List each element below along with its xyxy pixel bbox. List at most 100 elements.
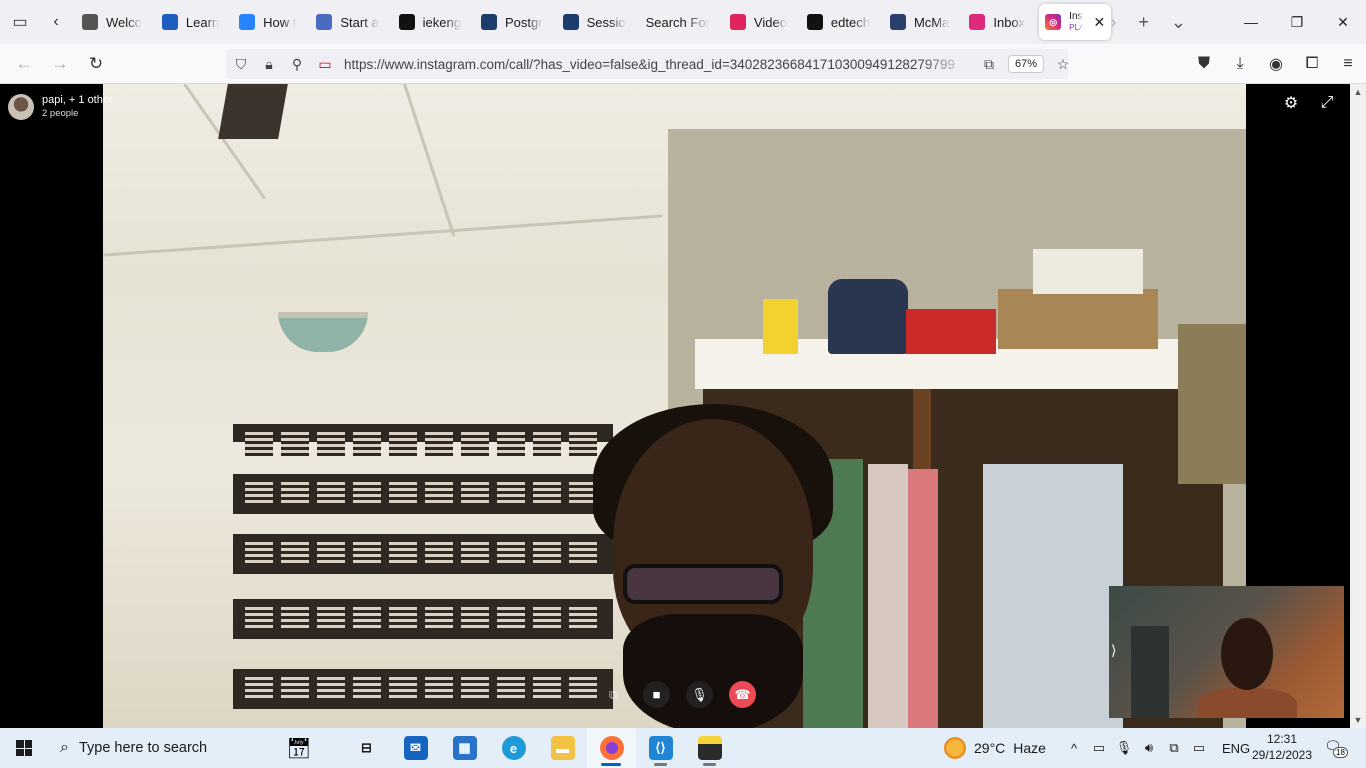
vscode-icon[interactable]: ⟨⟩ [636, 728, 685, 768]
shoes [828, 279, 908, 354]
remote-participant [593, 404, 833, 728]
pocket-icon[interactable]: ⛊ [1186, 44, 1222, 84]
github-icon [398, 14, 415, 30]
camera-blocked-icon[interactable]: ▭ [316, 55, 334, 73]
tab-3[interactable]: Start a [306, 4, 388, 40]
weather-widget[interactable]: 29°C Haze [944, 728, 1046, 768]
menu-icon[interactable]: ≡ [1330, 44, 1366, 84]
tab-5[interactable]: Postgr [471, 4, 553, 40]
start-button[interactable] [0, 728, 48, 768]
microphone-tray-icon[interactable]: 🎙︎ [1116, 740, 1133, 756]
clock[interactable]: 12:31 29/12/2023 [1250, 731, 1314, 763]
search-highlight-calendar-icon[interactable]: 📅︎ [256, 728, 342, 768]
tracking-protection-icon[interactable]: ⛉ [232, 55, 250, 73]
edge-browser-icon[interactable]: e [489, 728, 538, 768]
navigation-bar: ← → ↻ ⛉ 🔒︎ ⚲ ▭ https://www.instagram.com… [0, 44, 1366, 84]
tab-instagram-call[interactable]: ◎ InstaPLAY ✕ [1039, 4, 1112, 40]
wall-lamp [278, 312, 368, 352]
tab-label: Sessio [586, 14, 626, 30]
url-bar[interactable]: ⛉ 🔒︎ ⚲ ▭ https://www.instagram.com/call/… [226, 49, 1069, 79]
camera-toggle-icon[interactable]: ■ [643, 681, 670, 708]
search-placeholder: Type here to search [78, 740, 208, 756]
firefox-icon[interactable] [587, 728, 636, 768]
tab-0[interactable]: Welco [72, 4, 152, 40]
new-tab-icon[interactable]: + [1138, 12, 1149, 33]
clock-date: 29/12/2023 [1251, 748, 1313, 762]
tab-list-icon[interactable]: ▭ [0, 0, 40, 44]
local-participant [1197, 618, 1297, 718]
tab-9[interactable]: edtech [797, 4, 880, 40]
end-call-icon[interactable]: ☎︎ [729, 681, 756, 708]
page-scrollbar[interactable]: ▲ ▼ [1350, 84, 1366, 728]
permissions-icon[interactable]: ⚲ [288, 55, 306, 73]
bookmark-star-icon[interactable]: ☆ [1054, 55, 1072, 73]
back-icon[interactable]: ← [6, 44, 42, 84]
settings-gear-icon[interactable]: ⚙ [1282, 94, 1300, 112]
battery-icon[interactable]: ▭ [1091, 740, 1107, 756]
restore-icon[interactable]: ❐ [1274, 0, 1320, 44]
tab-4[interactable]: iekeng [389, 4, 471, 40]
scroll-tabs-left-icon[interactable]: ‹ [40, 0, 72, 44]
video-icon [729, 14, 746, 30]
fullscreen-icon[interactable]: ⤢ [1318, 94, 1336, 112]
scroll-tabs-right-icon[interactable]: › [1110, 12, 1116, 33]
tab-10[interactable]: McMa [880, 4, 959, 40]
store-app-icon[interactable]: ▦ [440, 728, 489, 768]
shield-icon [161, 14, 178, 30]
close-window-icon[interactable]: ✕ [1320, 0, 1366, 44]
instagram-icon [969, 14, 986, 30]
account-icon[interactable]: ◉ [1258, 44, 1294, 84]
extensions-icon[interactable]: ⧠ [1294, 44, 1330, 84]
tab-2[interactable]: How t [229, 4, 306, 40]
downloads-icon[interactable]: ⤓ [1222, 44, 1258, 84]
edtech-icon [806, 14, 823, 30]
taskbar-search[interactable]: ⌕ Type here to search [48, 728, 256, 768]
call-controls: ⧉ ■ 🎙︎ ☎︎ [600, 681, 756, 708]
notifications-icon[interactable]: 🗨︎ 18 [1324, 738, 1348, 758]
tab-7[interactable]: Search For [636, 4, 720, 40]
tab-label: iekeng [422, 14, 461, 30]
postgres-icon [480, 14, 497, 30]
tab-label: Inbox [993, 14, 1026, 30]
tab-label: How t [263, 14, 297, 30]
mail-app-icon[interactable]: ✉ [391, 728, 440, 768]
tab-label: Welco [106, 14, 142, 30]
list-all-tabs-icon[interactable]: ⌄ [1171, 12, 1186, 33]
sticky-notes-icon[interactable] [685, 728, 734, 768]
system-tray: ^ ▭ 🎙︎ 🔊︎ ⧉ ▭ ENG [1066, 728, 1250, 768]
microphone-icon[interactable]: 🎙︎ [686, 681, 713, 708]
task-view-icon[interactable]: ⊟ [342, 728, 391, 768]
expand-self-view-icon[interactable]: ⟩ [1111, 642, 1116, 659]
tab-8[interactable]: Video [720, 4, 797, 40]
tab-11[interactable]: Inbox [959, 4, 1035, 40]
url-text[interactable]: https://www.instagram.com/call/?has_vide… [344, 57, 970, 72]
search-icon: ⌕ [60, 739, 69, 756]
call-page: papi, + 1 other 2 people ⚙ ⤢ ⧉ ■ 🎙︎ ☎︎ ⟩ [0, 84, 1350, 728]
taskbar: ⌕ Type here to search 📅︎ ⊟ ✉ ▦ e ▬ ⟨⟩ 29… [0, 728, 1366, 768]
picture-in-picture-icon[interactable]: ⧉ [980, 55, 998, 73]
scroll-down-icon[interactable]: ▼ [1350, 712, 1366, 728]
scroll-up-icon[interactable]: ▲ [1350, 84, 1366, 100]
forward-icon[interactable]: → [42, 44, 78, 84]
tab-label: Search For [645, 14, 710, 30]
tab-6[interactable]: Sessio [553, 4, 636, 40]
weather-temperature: 29°C [974, 740, 1006, 756]
active-tab-title: Insta [1069, 11, 1083, 22]
zoom-level[interactable]: 67% [1008, 55, 1045, 73]
caller-info: papi, + 1 other 2 people [8, 94, 113, 121]
language-indicator[interactable]: ENG [1222, 741, 1250, 756]
lock-icon[interactable]: 🔒︎ [260, 55, 278, 73]
reload-icon[interactable]: ↻ [78, 44, 114, 84]
file-explorer-icon[interactable]: ▬ [538, 728, 587, 768]
active-tab-status: PLAY [1069, 23, 1084, 32]
remote-video [103, 84, 1246, 728]
close-tab-icon[interactable]: ✕ [1093, 14, 1105, 31]
tab-1[interactable]: Learn [152, 4, 229, 40]
show-hidden-icons-icon[interactable]: ^ [1066, 741, 1082, 756]
display-icon[interactable]: ▭ [1191, 740, 1207, 756]
minimize-icon[interactable]: — [1228, 0, 1274, 44]
speaker-icon[interactable]: 🔊︎ [1141, 740, 1157, 756]
network-icon[interactable]: ⧉ [1166, 740, 1182, 756]
screen-share-icon[interactable]: ⧉ [600, 681, 627, 708]
self-view-video[interactable]: ⟩ [1109, 586, 1344, 718]
